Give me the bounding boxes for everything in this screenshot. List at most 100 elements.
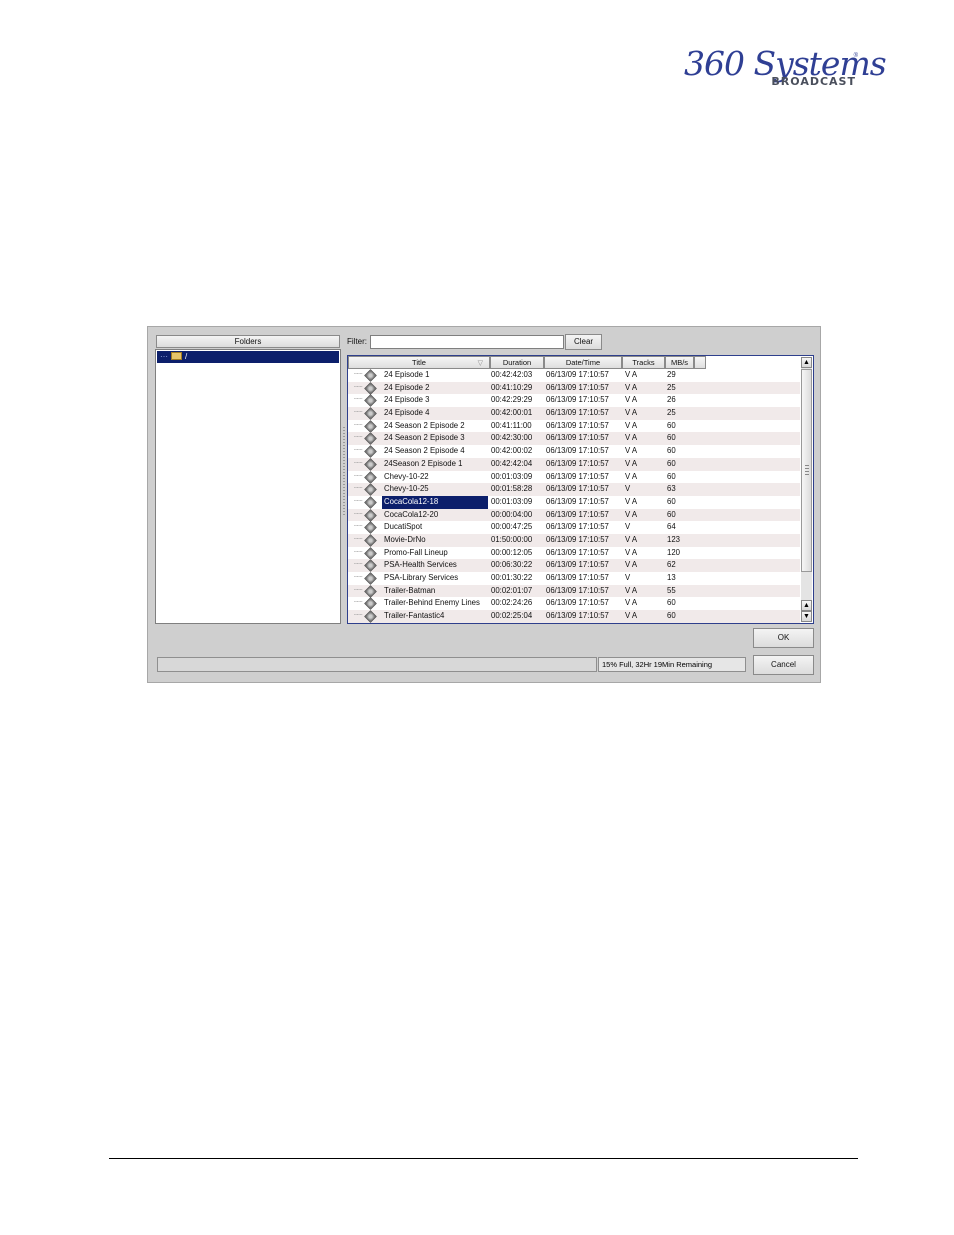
table-row[interactable]: ┄┄ Trailer-Behind Enemy Lines 00:02:24:26 0…	[348, 597, 800, 611]
tree-line: ┄┄	[354, 574, 363, 581]
folders-header[interactable]: Folders	[156, 335, 340, 348]
clip-mbs: 64	[667, 522, 676, 532]
clip-title: 24Season 2 Episode 1	[384, 458, 463, 468]
clip-datetime: 06/13/09 17:10:57	[546, 471, 609, 481]
table-row[interactable]: ┄┄ Trailer-Batman 00:02:01:07 06/13/09 17:1…	[348, 584, 800, 598]
clip-icon	[364, 394, 377, 408]
clip-mbs: 120	[667, 547, 681, 557]
clip-mbs: 25	[667, 408, 676, 418]
clip-tracks: V A	[625, 534, 638, 544]
clip-mbs: 29	[667, 370, 676, 379]
table-row[interactable]: ┄┄ Promo-Fall Lineup 00:00:12:05 06/13/09 1…	[348, 546, 800, 560]
table-row[interactable]: ┄┄ PSA-Library Services 00:01:30:22 06/13/0…	[348, 572, 800, 585]
column-headers: Title ▽ Duration Date/Time Tracks MB/s	[348, 356, 800, 369]
clip-tracks: V A	[625, 509, 638, 519]
table-row[interactable]: ┄┄ CocaCola12-20 00:00:04:00 06/13/09 17:10…	[348, 508, 800, 522]
table-row[interactable]: ┄┄ 24Season 2 Episode 1 00:42:42:04 06/13/0…	[348, 457, 800, 471]
clip-duration: 00:42:42:04	[491, 458, 533, 468]
clip-tracks: V A	[625, 420, 638, 430]
clip-tracks: V A	[625, 496, 638, 506]
tree-line: ┄┄	[354, 485, 363, 493]
clip-title: Movie-DrNo	[384, 534, 426, 544]
clip-datetime: 06/13/09 17:10:57	[546, 370, 609, 379]
tree-line: ┄┄	[354, 447, 363, 455]
clip-rows: ┄┄ 24 Episode 1 00:42:42:03 06/13/09 17:10:…	[348, 369, 800, 623]
scroll-up-icon[interactable]: ▲	[801, 357, 812, 368]
clip-datetime: 06/13/09 17:10:57	[546, 509, 609, 519]
table-row[interactable]: ┄┄ 24 Season 2 Episode 2 00:41:11:00 06/13/…	[348, 419, 800, 433]
folder-root-item[interactable]: ⋯ /	[157, 351, 339, 363]
clip-title: 24 Episode 2	[384, 382, 430, 392]
table-row[interactable]: ┄┄ PSA-Health Services 00:06:30:22 06/13/09…	[348, 559, 800, 573]
clip-mbs: 55	[667, 585, 676, 595]
column-header-duration[interactable]: Duration	[490, 356, 544, 369]
table-row[interactable]: ┄┄ DucatiSpot 00:00:47:25 06/13/09 17:10:57…	[348, 521, 800, 535]
clip-tracks: V A	[625, 433, 638, 443]
tree-line: ┄┄	[354, 497, 363, 505]
table-row[interactable]: ┄┄ 24 Episode 1 00:42:42:03 06/13/09 17:10:…	[348, 369, 800, 382]
column-header-title[interactable]: Title ▽	[348, 356, 490, 369]
cancel-button[interactable]: Cancel	[753, 655, 814, 675]
clip-duration: 00:00:12:05	[491, 547, 533, 557]
table-row[interactable]: ┄┄ Chevy-10-22 00:01:03:09 06/13/09 17:10:5…	[348, 470, 800, 484]
clip-mbs: 60	[667, 611, 676, 621]
clip-mbs: 13	[667, 573, 676, 582]
pane-splitter[interactable]	[343, 427, 345, 517]
clip-tracks: V A	[625, 585, 638, 595]
clip-datetime: 06/13/09 17:10:57	[546, 598, 609, 608]
scrollbar-thumb[interactable]	[801, 369, 812, 572]
tree-line: ┄┄	[354, 434, 363, 442]
clip-title: CocaCola12-20	[384, 509, 439, 519]
tree-expander: ⋯	[160, 352, 168, 361]
folder-root-label: /	[185, 352, 188, 361]
table-row[interactable]: ┄┄ Trailer-Fantastic4 00:02:25:04 06/13/09 …	[348, 610, 800, 623]
vertical-scrollbar[interactable]: ▲ ▲ ▼	[801, 357, 812, 622]
clip-mbs: 60	[667, 446, 676, 456]
clip-title: 24 Season 2 Episode 3	[384, 433, 465, 443]
table-row[interactable]: ┄┄ 24 Season 2 Episode 3 00:42:30:00 06/13/…	[348, 432, 800, 446]
clip-datetime: 06/13/09 17:10:57	[546, 496, 609, 506]
storage-progress-bar	[157, 657, 597, 672]
ok-button[interactable]: OK	[753, 628, 814, 648]
scroll-down-icon[interactable]: ▼	[801, 611, 812, 622]
tree-line: ┄┄	[354, 371, 363, 378]
column-header-mbs[interactable]: MB/s	[665, 356, 694, 369]
clip-tracks: V A	[625, 408, 638, 418]
clip-duration: 00:00:04:00	[491, 509, 533, 519]
column-header-extra[interactable]	[694, 356, 706, 369]
clip-datetime: 06/13/09 17:10:57	[546, 433, 609, 443]
table-row[interactable]: ┄┄ 24 Episode 4 00:42:00:01 06/13/09 17:10:…	[348, 407, 800, 420]
clip-duration: 00:42:30:00	[491, 433, 533, 443]
clip-datetime: 06/13/09 17:10:57	[546, 547, 609, 557]
tree-line: ┄┄	[354, 612, 363, 620]
table-row[interactable]: ┄┄ CocaCola12-18 00:01:03:09 06/13/09 17:10…	[348, 495, 800, 509]
scroll-up-icon[interactable]: ▲	[801, 600, 812, 611]
clip-tracks: V	[625, 522, 631, 532]
column-header-tracks[interactable]: Tracks	[622, 356, 665, 369]
clip-title: 24 Season 2 Episode 2	[384, 420, 465, 430]
column-header-datetime[interactable]: Date/Time	[544, 356, 622, 369]
clip-mbs: 63	[667, 484, 676, 494]
clip-datetime: 06/13/09 17:10:57	[546, 534, 609, 544]
table-row[interactable]: ┄┄ 24 Episode 3 00:42:29:29 06/13/09 17:10:…	[348, 394, 800, 408]
tree-line: ┄┄	[354, 599, 363, 607]
table-row[interactable]: ┄┄ 24 Season 2 Episode 4 00:42:00:02 06/13/…	[348, 445, 800, 458]
clip-title: 24 Episode 3	[384, 395, 430, 405]
tree-line: ┄┄	[354, 548, 363, 556]
table-row[interactable]: ┄┄ Movie-DrNo 01:50:00:00 06/13/09 17:10:57…	[348, 533, 800, 547]
table-row[interactable]: ┄┄ Chevy-10-25 00:01:58:28 06/13/09 17:10:5…	[348, 483, 800, 497]
clip-mbs: 60	[667, 471, 676, 481]
table-row[interactable]: ┄┄ 24 Episode 2 00:41:10:29 06/13/09 17:10:…	[348, 381, 800, 395]
clip-title: CocaCola12-18	[382, 495, 488, 509]
filter-input[interactable]	[370, 335, 564, 349]
clear-button[interactable]: Clear	[565, 334, 602, 350]
clip-icon	[364, 508, 377, 522]
clip-tracks: V	[625, 573, 631, 582]
clip-duration: 00:00:47:25	[491, 522, 533, 532]
clip-mbs: 123	[667, 534, 681, 544]
clip-icon	[364, 496, 377, 509]
clip-duration: 00:42:42:03	[491, 370, 533, 379]
clip-mbs: 60	[667, 458, 676, 468]
clip-list: Title ▽ Duration Date/Time Tracks MB/s ┄…	[347, 355, 814, 624]
clip-datetime: 06/13/09 17:10:57	[546, 611, 609, 621]
